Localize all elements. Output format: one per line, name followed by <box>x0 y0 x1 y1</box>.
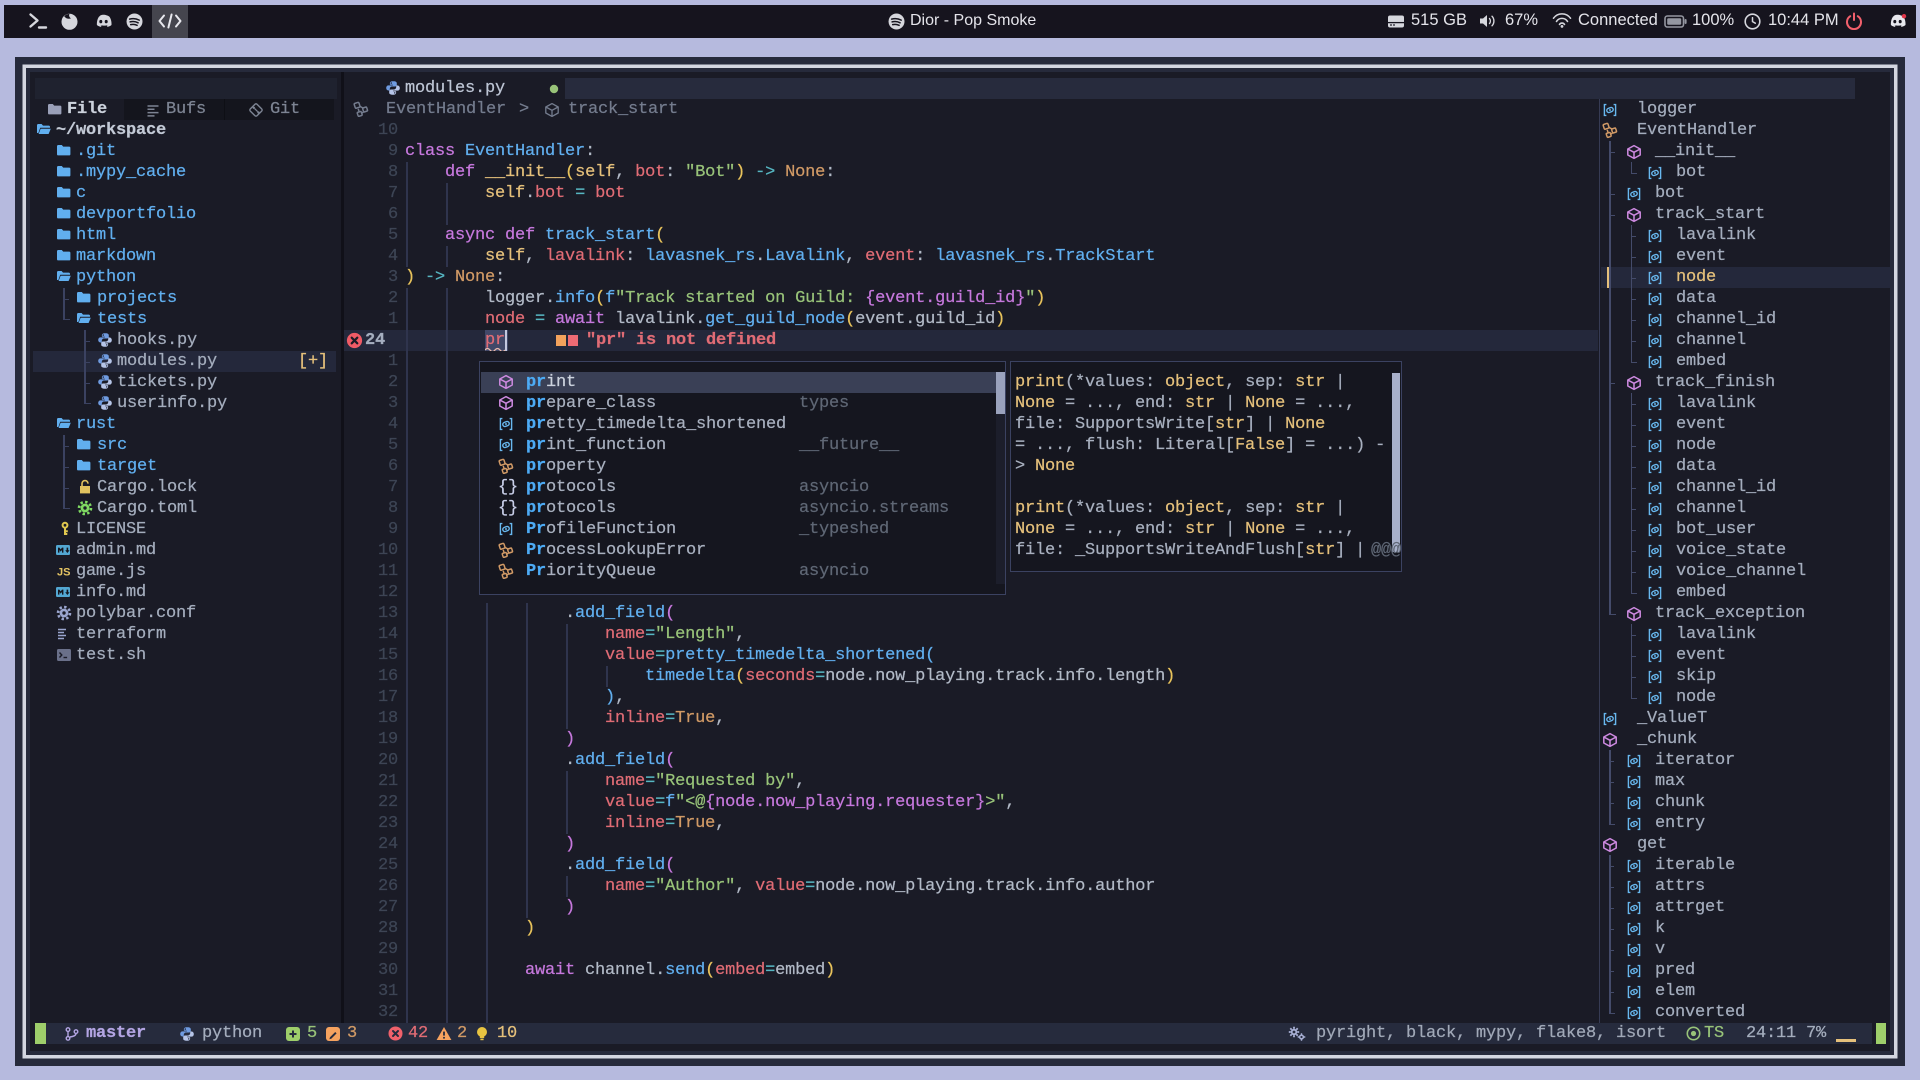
svg-text:JS: JS <box>57 567 70 579</box>
